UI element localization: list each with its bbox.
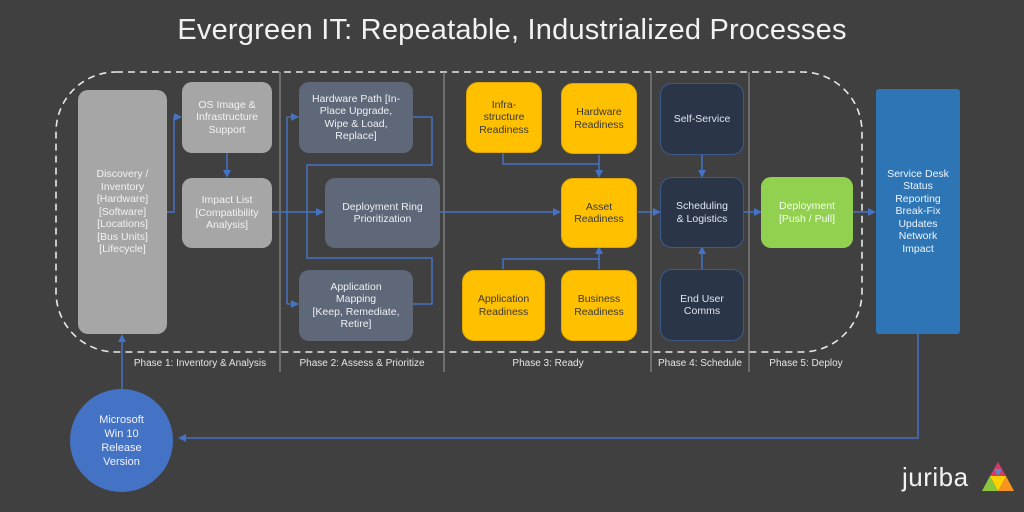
phase-5-label: Phase 5: Deploy: [769, 358, 843, 369]
win10-release-circle: Microsoft Win 10 Release Version: [70, 389, 173, 492]
application-mapping-box: Application Mapping [Keep, Remediate, Re…: [299, 270, 413, 341]
service-desk-box: Service Desk Status Reporting Break-Fix …: [876, 89, 960, 334]
self-service-box: Self-Service: [660, 83, 744, 155]
end-user-comms-box: End User Comms: [660, 269, 744, 341]
infrastructure-readiness-box: Infra- structure Readiness: [466, 82, 542, 153]
juriba-logo: juriba: [902, 462, 969, 493]
scheduling-logistics-box: Scheduling & Logistics: [660, 177, 744, 248]
phase-3-label: Phase 3: Ready: [512, 358, 584, 369]
application-readiness-box: Application Readiness: [462, 270, 545, 341]
deployment-box: Deployment [Push / Pull]: [761, 177, 853, 248]
juriba-logo-icon: [982, 462, 1014, 491]
business-readiness-box: Business Readiness: [561, 270, 637, 341]
impact-list-box: Impact List [Compatibility Analysis]: [182, 178, 272, 248]
phase-1-label: Phase 1: Inventory & Analysis: [133, 358, 267, 369]
hardware-readiness-box: Hardware Readiness: [561, 83, 637, 154]
phase-4-label: Phase 4: Schedule: [658, 358, 742, 369]
phase-2-label: Phase 2: Assess & Prioritize: [299, 358, 425, 369]
os-image-box: OS Image & Infrastructure Support: [182, 82, 272, 153]
asset-readiness-box: Asset Readiness: [561, 178, 637, 248]
hardware-path-box: Hardware Path [In- Place Upgrade, Wipe &…: [299, 82, 413, 153]
juriba-logo-text: juriba: [902, 462, 969, 492]
discovery-inventory-box: Discovery / Inventory [Hardware] [Softwa…: [78, 90, 167, 334]
deployment-ring-box: Deployment Ring Prioritization: [325, 178, 440, 248]
